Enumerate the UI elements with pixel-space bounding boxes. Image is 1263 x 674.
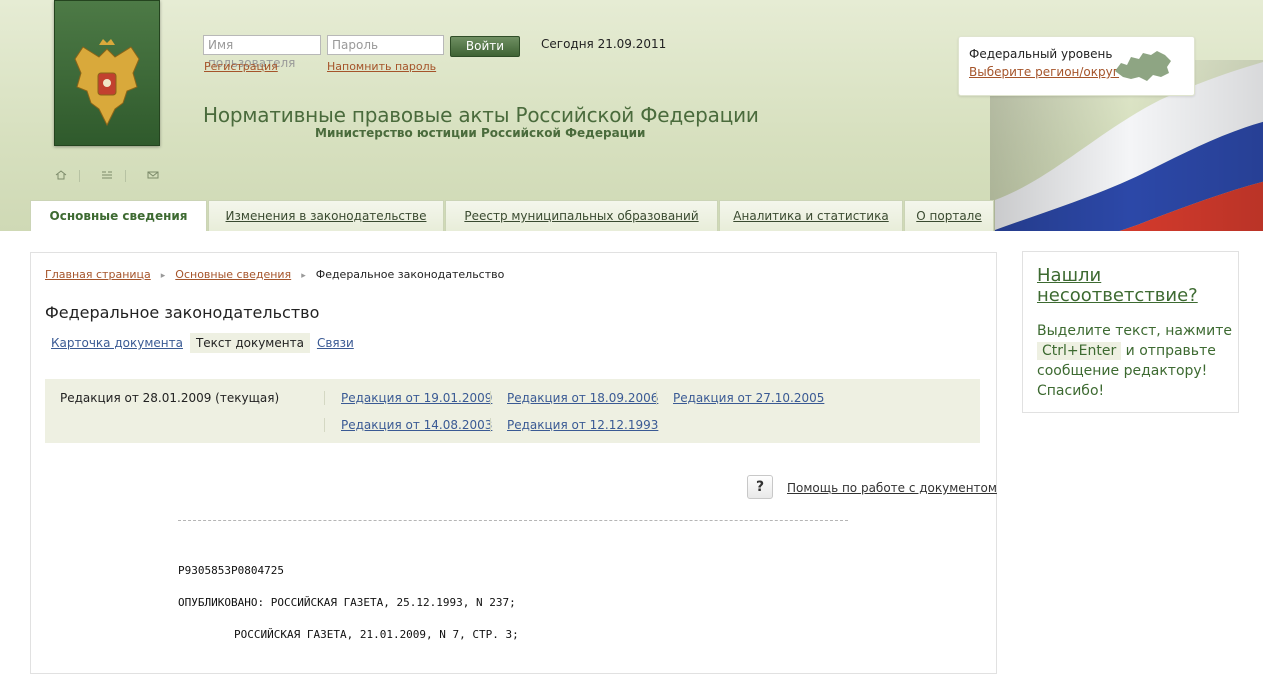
main-content-panel: Главная страница ▸ Основные сведения ▸ Федер… (30, 252, 997, 674)
tab-about[interactable]: О портале (904, 200, 994, 231)
breadcrumb-main-info[interactable]: Основные сведения (175, 268, 291, 281)
divider (178, 520, 848, 521)
document-subtabs: Карточка документа Текст документа Связи (45, 333, 361, 353)
document-publication-line: РОССИЙСКАЯ ГАЗЕТА, 21.01.2009, N 7, СТР.… (234, 628, 519, 641)
tab-label: Основные сведения (49, 209, 188, 223)
mail-icon[interactable] (147, 170, 159, 180)
sitemap-icon[interactable] (101, 170, 113, 180)
tab-main-info[interactable]: Основные сведения (30, 200, 207, 231)
tab-municipal-registry[interactable]: Реестр муниципальных образований (445, 200, 718, 231)
breadcrumb: Главная страница ▸ Основные сведения ▸ Федер… (45, 268, 504, 281)
document-publication-line: ОПУБЛИКОВАНО: РОССИЙСКАЯ ГАЗЕТА, 25.12.1… (178, 596, 516, 609)
help-link[interactable]: Помощь по работе с документом (787, 481, 997, 495)
edition-link[interactable]: Редакция от 18.09.2006 (490, 391, 658, 405)
tab-label: Аналитика и статистика (733, 209, 889, 223)
register-link[interactable]: Регистрация (204, 60, 278, 73)
subtab-document-card[interactable]: Карточка документа (45, 333, 189, 353)
report-error-text: Выделите текст, нажмите Ctrl+Enter и отп… (1037, 321, 1232, 401)
tab-analytics[interactable]: Аналитика и статистика (719, 200, 903, 231)
region-label: Федеральный уровень (969, 47, 1113, 61)
subtab-links[interactable]: Связи (311, 333, 360, 353)
subtab-document-text[interactable]: Текст документа (189, 333, 310, 353)
document-id: P9305853P0804725 (178, 564, 284, 577)
tab-label: Реестр муниципальных образований (464, 209, 699, 223)
tab-legislation-changes[interactable]: Изменения в законодательстве (208, 200, 444, 231)
edition-link[interactable]: Редакция от 19.01.2009 (324, 391, 492, 405)
username-input[interactable]: Имя пользователя (203, 35, 321, 70)
report-error-text-part: Выделите текст, нажмите (1037, 323, 1232, 339)
breadcrumb-separator-icon: ▸ (301, 271, 306, 281)
help-icon[interactable]: ? (747, 475, 773, 499)
report-error-box: Нашли несоответствие? Выделите текст, на… (1022, 251, 1239, 413)
report-error-title[interactable]: Нашли несоответствие? (1037, 266, 1227, 306)
password-input[interactable]: Пароль (327, 35, 444, 55)
russia-map-icon (1115, 51, 1171, 81)
breadcrumb-separator-icon: ▸ (160, 271, 166, 281)
edition-link[interactable]: Редакция от 27.10.2005 (656, 391, 824, 405)
edition-link[interactable]: Редакция от 12.12.1993 (490, 418, 658, 432)
site-header: Имя пользователя Пароль Войти Регистраци… (0, 0, 1263, 231)
site-title: Нормативные правовые акты Российской Фед… (203, 103, 759, 127)
current-date: Сегодня 21.09.2011 (541, 37, 667, 51)
tab-label: Изменения в законодательстве (225, 209, 427, 223)
tab-label: О портале (916, 209, 982, 223)
toolbar-divider (79, 170, 80, 182)
login-button[interactable]: Войти (450, 36, 520, 57)
page-title: Федеральное законодательство (45, 303, 320, 322)
select-region-link[interactable]: Выберите регион/округ (969, 65, 1119, 79)
editions-panel: Редакция от 28.01.2009 (текущая) Редакци… (45, 379, 980, 443)
region-selector: Федеральный уровень Выберите регион/окру… (958, 36, 1195, 96)
home-icon[interactable] (55, 170, 67, 180)
toolbar-divider (125, 170, 126, 182)
current-edition: Редакция от 28.01.2009 (текущая) (60, 391, 280, 405)
coat-of-arms-logo[interactable] (54, 0, 160, 146)
site-subtitle: Министерство юстиции Российской Федераци… (315, 126, 646, 140)
edition-link[interactable]: Редакция от 14.08.2003 (324, 418, 492, 432)
shortcut-badge: Ctrl+Enter (1037, 342, 1122, 360)
double-headed-eagle-icon (74, 39, 140, 127)
remind-password-link[interactable]: Напомнить пароль (327, 60, 436, 73)
breadcrumb-home[interactable]: Главная страница (45, 268, 151, 281)
breadcrumb-current: Федеральное законодательство (315, 268, 505, 281)
